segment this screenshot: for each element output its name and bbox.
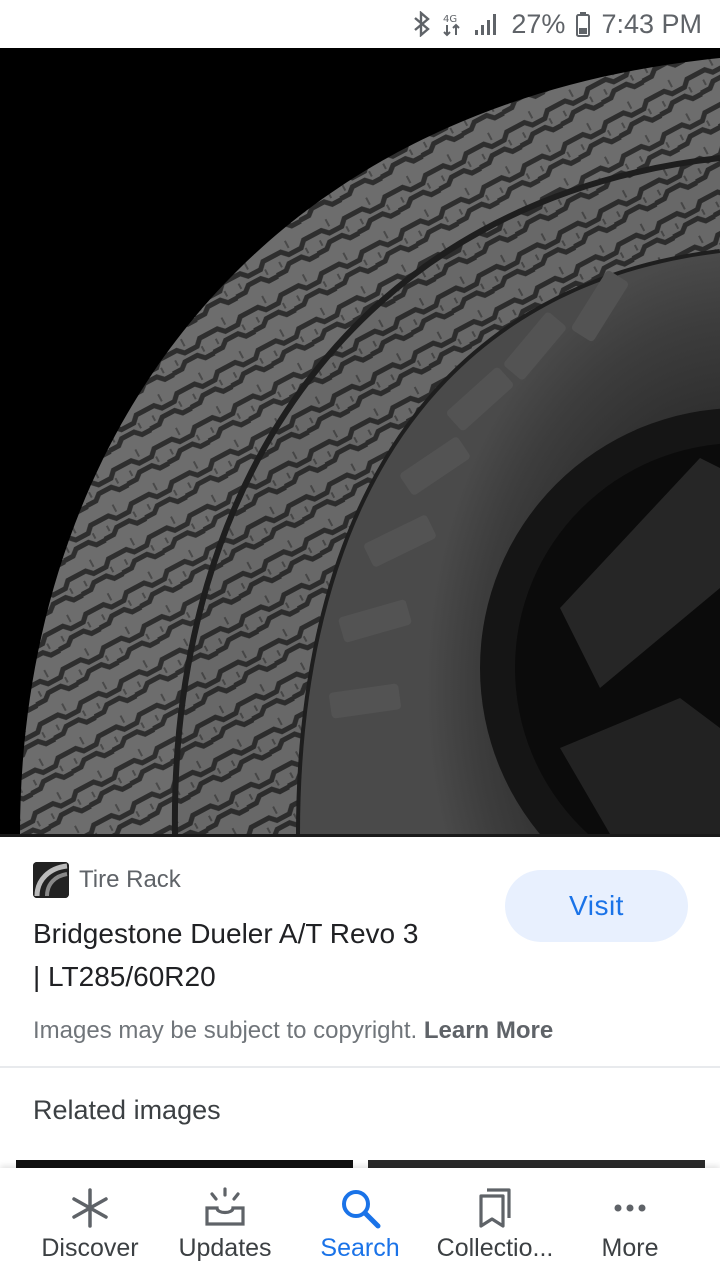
- nav-updates[interactable]: Updates: [160, 1168, 290, 1280]
- nav-label: More: [601, 1234, 659, 1262]
- nav-collections[interactable]: Collectio...: [425, 1168, 565, 1280]
- bluetooth-icon: [413, 11, 431, 37]
- signal-icon: [473, 12, 501, 36]
- nav-label: Collectio...: [436, 1234, 554, 1262]
- related-images-heading: Related images: [33, 1095, 221, 1125]
- source-row[interactable]: Tire Rack: [33, 862, 181, 898]
- visit-button[interactable]: Visit: [505, 870, 688, 942]
- learn-more-link[interactable]: Learn More: [424, 1017, 553, 1044]
- title-line-1: Bridgestone Dueler A/T Revo 3: [33, 918, 419, 949]
- bottom-nav: Discover Updates Search Collectio... Mor…: [0, 1168, 720, 1280]
- title-line-2: | LT285/60R20: [33, 961, 216, 992]
- data-transfer-icon: 4G: [441, 11, 463, 37]
- nav-search[interactable]: Search: [300, 1168, 420, 1280]
- inbox-icon: [203, 1186, 247, 1230]
- nav-label: Discover: [41, 1234, 139, 1262]
- bookmarks-icon: [473, 1186, 517, 1230]
- svg-text:4G: 4G: [443, 14, 457, 25]
- clock: 7:43 PM: [601, 8, 702, 39]
- battery-icon: [575, 11, 591, 37]
- nav-more[interactable]: More: [575, 1168, 685, 1280]
- status-bar: 4G 27% 7:43 PM: [0, 0, 720, 48]
- result-title[interactable]: Bridgestone Dueler A/T Revo 3 | LT285/60…: [33, 912, 493, 998]
- tire-image[interactable]: [0, 48, 720, 837]
- nav-discover[interactable]: Discover: [20, 1168, 160, 1280]
- asterisk-icon: [68, 1186, 112, 1230]
- search-icon: [338, 1186, 382, 1230]
- nav-label: Search: [320, 1234, 400, 1262]
- battery-percent: 27%: [511, 8, 566, 39]
- copyright-notice: Images may be subject to copyright. Lear…: [33, 1017, 553, 1045]
- copyright-text: Images may be subject to copyright.: [33, 1017, 418, 1044]
- source-name: Tire Rack: [79, 866, 181, 893]
- divider: [0, 1066, 720, 1068]
- more-dots-icon: [608, 1186, 652, 1230]
- source-logo: [33, 862, 69, 898]
- nav-label: Updates: [178, 1234, 272, 1262]
